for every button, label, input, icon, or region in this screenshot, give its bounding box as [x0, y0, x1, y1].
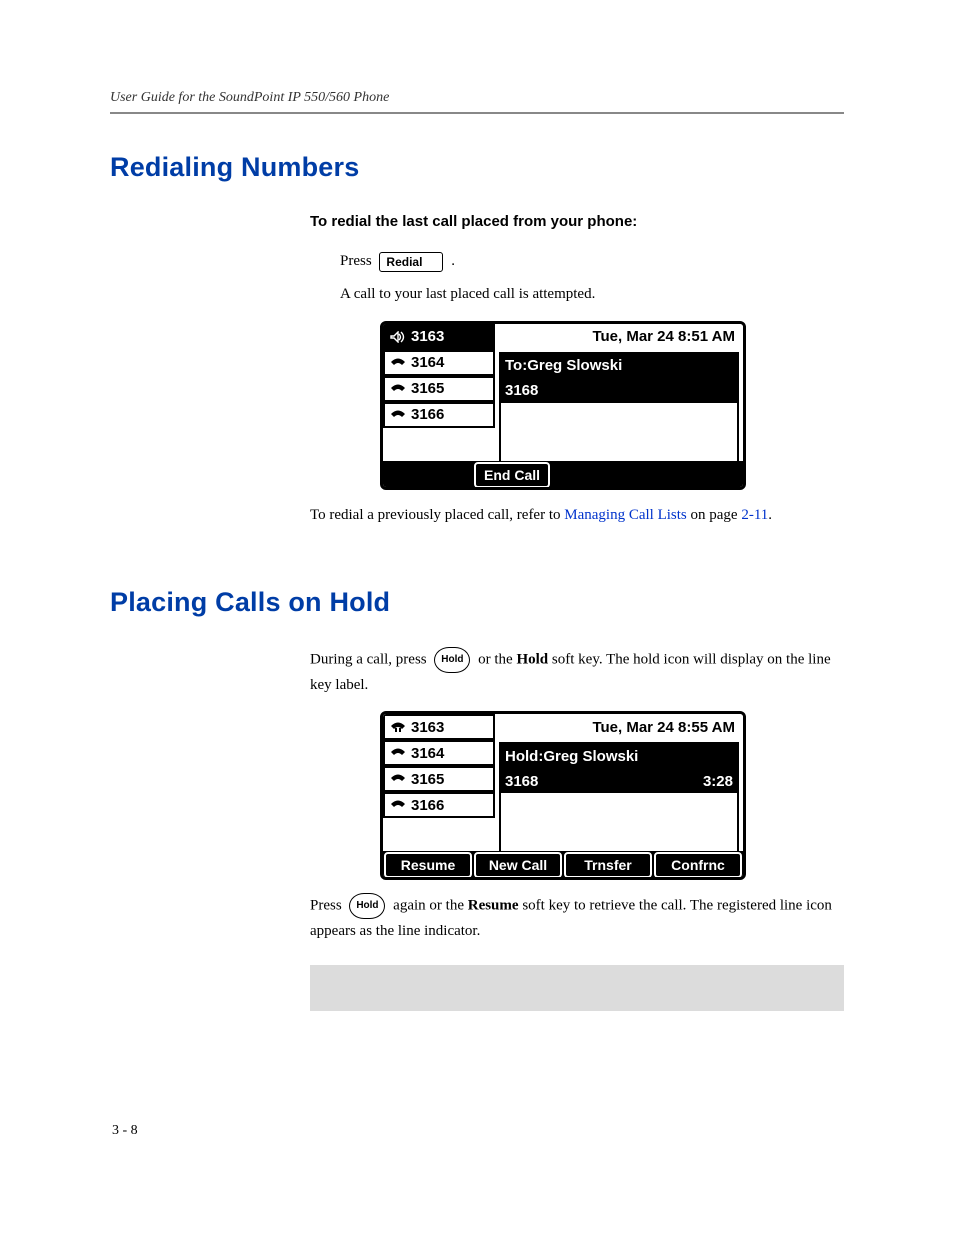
phone-icon	[389, 382, 407, 396]
line-key-4: 3166	[383, 792, 495, 818]
heading-placing-calls-on-hold: Placing Calls on Hold	[110, 587, 844, 618]
softkey-new-call: New Call	[474, 852, 562, 878]
line-key-1: 3163	[383, 714, 495, 740]
p2-c: soft key to retrieve the call. The regis…	[310, 897, 832, 939]
ref-text-prefix: To redial a previously placed call, refe…	[310, 504, 564, 527]
phone-icon	[389, 772, 407, 786]
softkey-trnsfer: Trnsfer	[564, 852, 652, 878]
redial-button-graphic: Redial	[379, 252, 443, 272]
link-page-ref[interactable]: 2-11	[741, 504, 768, 527]
running-header: User Guide for the SoundPoint IP 550/560…	[110, 90, 844, 114]
line-key-3-label: 3165	[411, 380, 444, 397]
call-hold-line: Hold:Greg Slowski	[501, 744, 737, 768]
document-page: User Guide for the SoundPoint IP 550/560…	[0, 0, 954, 1235]
phone-icon	[389, 798, 407, 812]
call-number: 3168	[505, 382, 538, 399]
p2-b: again or the	[393, 897, 468, 913]
call-info-box: Hold:Greg Slowski 3168 3:28	[499, 742, 739, 851]
line-keys: 3163 3164 3165	[383, 324, 495, 461]
line-key-4-label: 3166	[411, 406, 444, 423]
line-key-3: 3165	[383, 766, 495, 792]
p1-b: or the	[478, 651, 516, 667]
call-number-line: 3168 3:28	[501, 768, 737, 793]
call-body-blank	[501, 793, 737, 851]
call-number: 3168	[505, 773, 538, 790]
ref-text-suffix: .	[768, 504, 772, 527]
line-key-3-label: 3165	[411, 771, 444, 788]
subheading-redial: To redial the last call placed from your…	[310, 213, 844, 230]
ref-text-mid: on page	[687, 504, 742, 527]
line-key-4-label: 3166	[411, 797, 444, 814]
text-period: .	[447, 250, 455, 273]
line-key-1: 3163	[383, 324, 495, 350]
softkey-end-call: End Call	[474, 462, 550, 488]
page-number: 3 - 8	[112, 1123, 138, 1139]
call-to-line: To:Greg Slowski	[501, 354, 737, 378]
call-number-line: 3168	[501, 378, 737, 403]
text-press: Press	[340, 250, 375, 273]
line-key-2-label: 3164	[411, 745, 444, 762]
phone-screen-redial: 3163 3164 3165	[380, 321, 746, 490]
p2-bold-resume: Resume	[468, 897, 519, 913]
body-press-hold-again: Press Hold again or the Resume soft key …	[310, 894, 844, 943]
line-key-3: 3165	[383, 376, 495, 402]
line-key-2: 3164	[383, 740, 495, 766]
speaker-icon	[389, 330, 407, 344]
softkey-resume: Resume	[384, 852, 472, 878]
phone-screen-hold: 3163 3164 3165	[380, 711, 746, 880]
softkey-confrnc: Confrnc	[654, 852, 742, 878]
heading-redialing: Redialing Numbers	[110, 152, 844, 183]
call-duration: 3:28	[703, 773, 733, 790]
p1-bold-hold: Hold	[516, 651, 548, 667]
line-key-1-label: 3163	[411, 719, 444, 736]
text-call-attempted: A call to your last placed call is attem…	[340, 283, 844, 306]
line-key-1-label: 3163	[411, 328, 444, 345]
line-keys: 3163 3164 3165	[383, 714, 495, 851]
softkey-row: Resume New Call Trnsfer Confrnc	[383, 851, 743, 877]
body-during-call: During a call, press Hold or the Hold so…	[310, 648, 844, 697]
body-redial-reference: To redial a previously placed call, refe…	[310, 504, 844, 527]
phone-icon	[389, 356, 407, 370]
call-body-blank	[501, 403, 737, 461]
line-key-2: 3164	[383, 350, 495, 376]
hold-phone-icon	[389, 720, 407, 734]
phone-icon	[389, 408, 407, 422]
grey-callout-box	[310, 965, 844, 1011]
p2-a: Press	[310, 897, 345, 913]
hold-button-graphic: Hold	[434, 647, 470, 673]
body-press-redial: Press Redial . A call to your last place…	[310, 250, 844, 307]
softkey-row: End Call	[383, 461, 743, 487]
line-key-4: 3166	[383, 402, 495, 428]
p1-a: During a call, press	[310, 651, 430, 667]
screen-datetime: Tue, Mar 24 8:51 AM	[495, 324, 743, 350]
link-managing-call-lists[interactable]: Managing Call Lists	[564, 504, 687, 527]
hold-button-graphic: Hold	[349, 893, 385, 919]
screen-datetime: Tue, Mar 24 8:55 AM	[495, 714, 743, 740]
call-info-box: To:Greg Slowski 3168	[499, 352, 739, 461]
phone-icon	[389, 746, 407, 760]
line-key-2-label: 3164	[411, 354, 444, 371]
